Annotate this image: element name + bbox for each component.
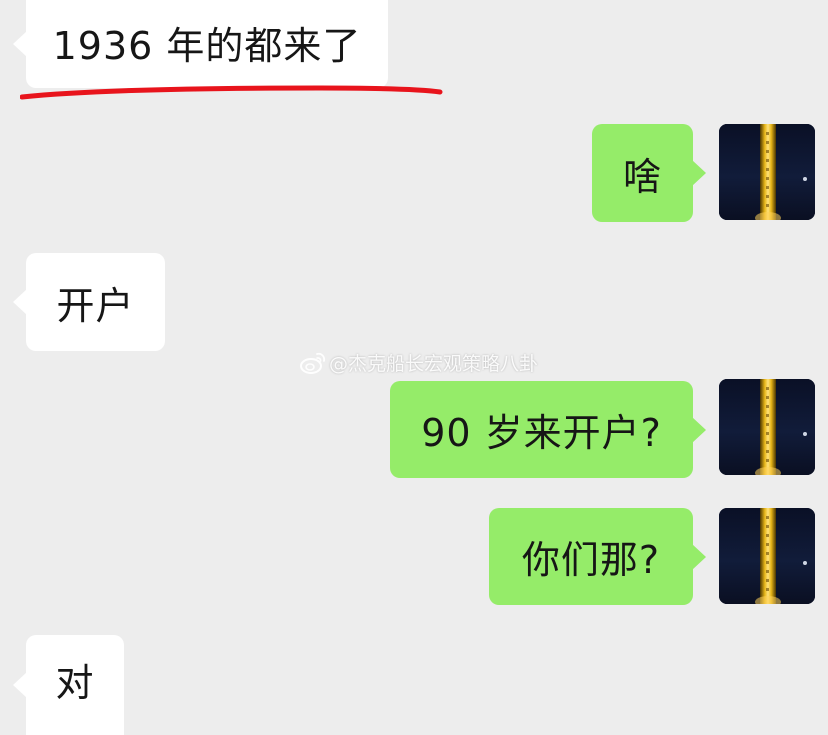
message-text: 你们那?	[521, 538, 661, 582]
self-avatar[interactable]	[719, 508, 815, 604]
outgoing-message-bubble[interactable]: 90 岁来开户?	[390, 381, 706, 478]
watermark-text: @杰克船长宏观策略八卦	[329, 353, 539, 375]
message-text: 1936 年的都来了	[52, 23, 362, 68]
self-avatar[interactable]	[719, 124, 815, 220]
weibo-logo-icon	[300, 352, 326, 374]
message-text: 啥	[622, 154, 662, 199]
incoming-message-bubble[interactable]: 1936 年的都来了	[13, 0, 388, 88]
outgoing-message-bubble[interactable]: 你们那?	[489, 508, 706, 605]
incoming-message-bubble[interactable]: 对	[13, 635, 124, 735]
outgoing-message-bubble[interactable]: 啥	[592, 124, 706, 222]
red-underline-annotation	[20, 85, 443, 100]
incoming-message-bubble[interactable]: 开户	[13, 253, 165, 351]
weibo-watermark: @杰克船长宏观策略八卦	[300, 349, 538, 376]
message-text: 90 岁来开户?	[421, 411, 662, 455]
message-text: 对	[55, 660, 95, 705]
message-text: 开户	[56, 283, 135, 328]
self-avatar[interactable]	[719, 379, 815, 475]
